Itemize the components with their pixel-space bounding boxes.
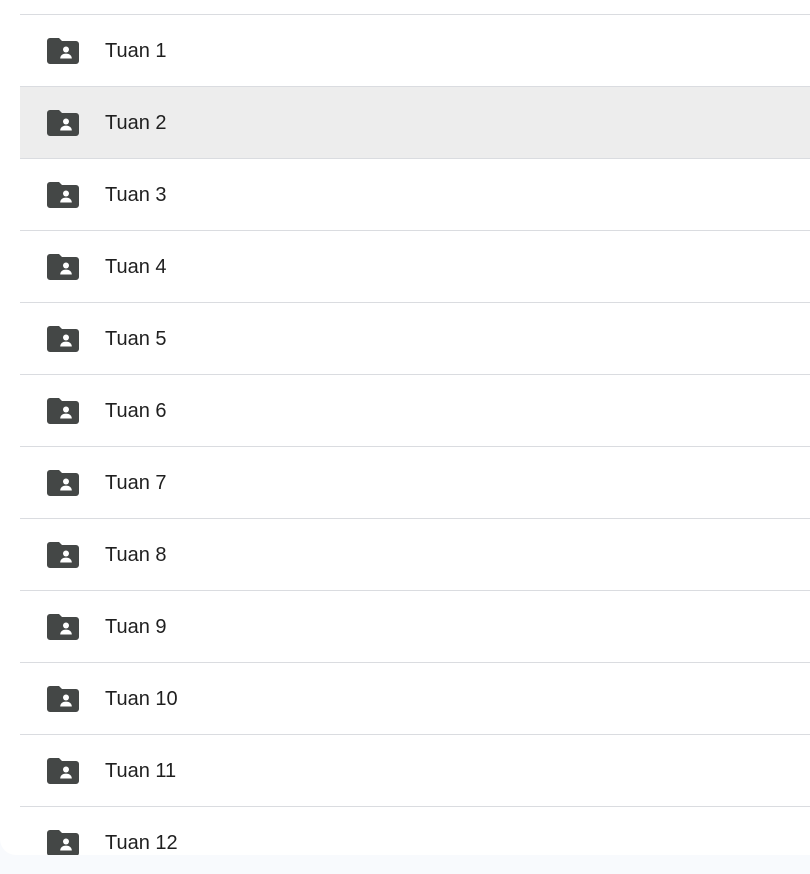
folder-label: Tuan 4 <box>105 256 167 278</box>
shared-folder-icon <box>47 398 79 424</box>
shared-folder-icon <box>47 758 79 784</box>
folder-label: Tuan 8 <box>105 544 167 566</box>
folder-label: Tuan 5 <box>105 328 167 350</box>
shared-folder-icon <box>47 614 79 640</box>
folder-row-1[interactable]: Tuan 1 <box>20 15 810 87</box>
folder-label: Tuan 11 <box>105 760 177 782</box>
shared-folder-icon <box>47 110 79 136</box>
folder-row-7[interactable]: Tuan 7 <box>20 447 810 519</box>
folder-label: Tuan 9 <box>105 616 167 638</box>
folder-row-3[interactable]: Tuan 3 <box>20 159 810 231</box>
folder-row-11[interactable]: Tuan 11 <box>20 735 810 807</box>
shared-folder-icon <box>47 38 79 64</box>
folder-row-4[interactable]: Tuan 4 <box>20 231 810 303</box>
folder-row-2[interactable]: Tuan 2 <box>20 87 810 159</box>
file-list-panel: Tuan 1 Tuan 2 Tuan 3 Tuan 4 Tuan 5 Tuan … <box>0 0 810 855</box>
folder-label: Tuan 1 <box>105 40 167 62</box>
folder-label: Tuan 6 <box>105 400 167 422</box>
folder-label: Tuan 7 <box>105 472 167 494</box>
shared-folder-icon <box>47 686 79 712</box>
folder-row-10[interactable]: Tuan 10 <box>20 663 810 735</box>
folder-label: Tuan 2 <box>105 112 167 134</box>
folder-label: Tuan 3 <box>105 184 167 206</box>
folder-label: Tuan 12 <box>105 832 178 854</box>
folder-row-9[interactable]: Tuan 9 <box>20 591 810 663</box>
folder-row-6[interactable]: Tuan 6 <box>20 375 810 447</box>
shared-folder-icon <box>47 542 79 568</box>
folder-row-5[interactable]: Tuan 5 <box>20 303 810 375</box>
shared-folder-icon <box>47 326 79 352</box>
shared-folder-icon <box>47 182 79 208</box>
shared-folder-icon <box>47 470 79 496</box>
folder-label: Tuan 10 <box>105 688 178 710</box>
shared-folder-icon <box>47 830 79 855</box>
folder-list: Tuan 1 Tuan 2 Tuan 3 Tuan 4 Tuan 5 Tuan … <box>20 14 810 855</box>
shared-folder-icon <box>47 254 79 280</box>
folder-row-8[interactable]: Tuan 8 <box>20 519 810 591</box>
folder-row-12[interactable]: Tuan 12 <box>20 807 810 855</box>
